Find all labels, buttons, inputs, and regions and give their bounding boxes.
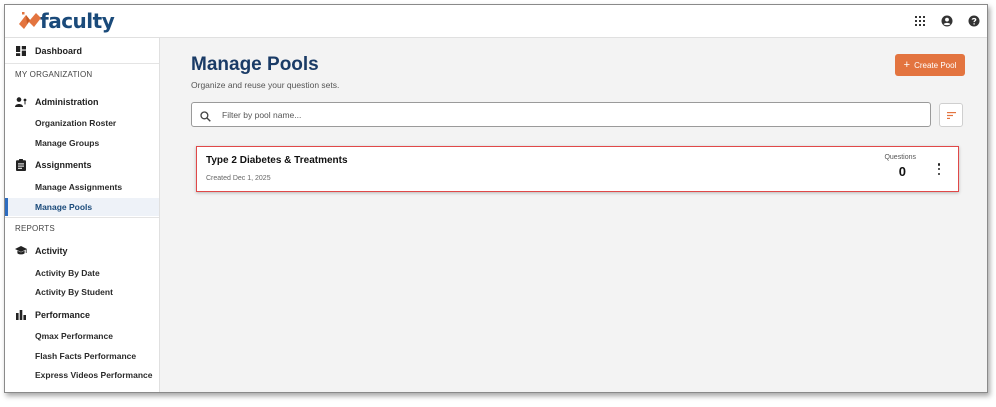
section-reports: REPORTS bbox=[15, 224, 55, 233]
sidebar-item-manage-groups[interactable]: Manage Groups bbox=[5, 134, 159, 152]
clipboard-icon bbox=[15, 159, 27, 171]
questions-count: 0 bbox=[898, 164, 906, 179]
plus-icon: + bbox=[903, 58, 911, 71]
help-icon[interactable] bbox=[967, 14, 981, 28]
dashboard-icon bbox=[15, 45, 27, 57]
page-subtitle: Organize and reuse your question sets. bbox=[191, 80, 340, 90]
more-options-icon[interactable] bbox=[936, 162, 942, 176]
sidebar-item-qmax-performance[interactable]: Qmax Performance bbox=[5, 327, 159, 345]
sidebar-item-label: Activity bbox=[35, 246, 68, 256]
logo[interactable]: faculty bbox=[17, 9, 115, 33]
graduation-cap-icon bbox=[15, 245, 27, 257]
sidebar-item-label: Dashboard bbox=[35, 46, 83, 56]
sidebar-item-organization-roster[interactable]: Organization Roster bbox=[5, 114, 159, 132]
app-window: faculty Dashboard MY ORGANIZATION Admini… bbox=[4, 4, 988, 393]
pool-created-date: Created Dec 1, 2025 bbox=[206, 175, 271, 182]
logo-text: faculty bbox=[40, 9, 115, 33]
sidebar-item-manage-pools[interactable]: Manage Pools bbox=[5, 198, 159, 216]
sort-icon bbox=[946, 106, 956, 124]
create-pool-label: Create Pool bbox=[914, 60, 957, 70]
create-pool-button[interactable]: + Create Pool bbox=[895, 54, 965, 76]
search-icon bbox=[200, 109, 211, 122]
divider bbox=[5, 63, 159, 64]
divider bbox=[5, 217, 159, 218]
sidebar-item-label: Performance bbox=[35, 310, 91, 320]
sidebar-item-label: Assignments bbox=[35, 160, 92, 170]
sort-button[interactable] bbox=[939, 103, 963, 127]
sidebar-item-activity-by-date[interactable]: Activity By Date bbox=[5, 264, 159, 282]
section-my-organization: MY ORGANIZATION bbox=[15, 70, 93, 79]
sidebar: Dashboard MY ORGANIZATION Administration… bbox=[5, 38, 160, 392]
sidebar-item-flash-facts-performance[interactable]: Flash Facts Performance bbox=[5, 347, 159, 365]
pool-card[interactable]: Type 2 Diabetes & Treatments Created Dec… bbox=[196, 146, 959, 192]
questions-label: Questions bbox=[884, 154, 916, 161]
sidebar-item-performance[interactable]: Performance bbox=[5, 305, 159, 325]
sidebar-item-activity-by-student[interactable]: Activity By Student bbox=[5, 283, 159, 301]
main-content: Manage Pools Organize and reuse your que… bbox=[161, 38, 987, 392]
search-input[interactable] bbox=[222, 109, 902, 120]
search-bar bbox=[191, 102, 931, 127]
account-circle-icon[interactable] bbox=[940, 14, 954, 28]
sidebar-item-activity[interactable]: Activity bbox=[5, 241, 159, 261]
pool-name[interactable]: Type 2 Diabetes & Treatments bbox=[206, 155, 348, 166]
admin-user-icon bbox=[15, 96, 27, 108]
sidebar-item-dashboard[interactable]: Dashboard bbox=[5, 41, 159, 61]
top-bar: faculty bbox=[5, 5, 987, 38]
sidebar-item-express-videos-performance[interactable]: Express Videos Performance bbox=[5, 366, 159, 384]
apps-grid-icon[interactable] bbox=[913, 14, 927, 28]
sidebar-item-manage-assignments[interactable]: Manage Assignments bbox=[5, 178, 159, 196]
page-title: Manage Pools bbox=[191, 54, 319, 75]
sidebar-item-label: Administration bbox=[35, 97, 99, 107]
logo-mark-icon bbox=[17, 10, 43, 32]
sidebar-item-assignments[interactable]: Assignments bbox=[5, 155, 159, 175]
sidebar-item-administration[interactable]: Administration bbox=[5, 92, 159, 112]
bar-chart-icon bbox=[15, 309, 27, 321]
